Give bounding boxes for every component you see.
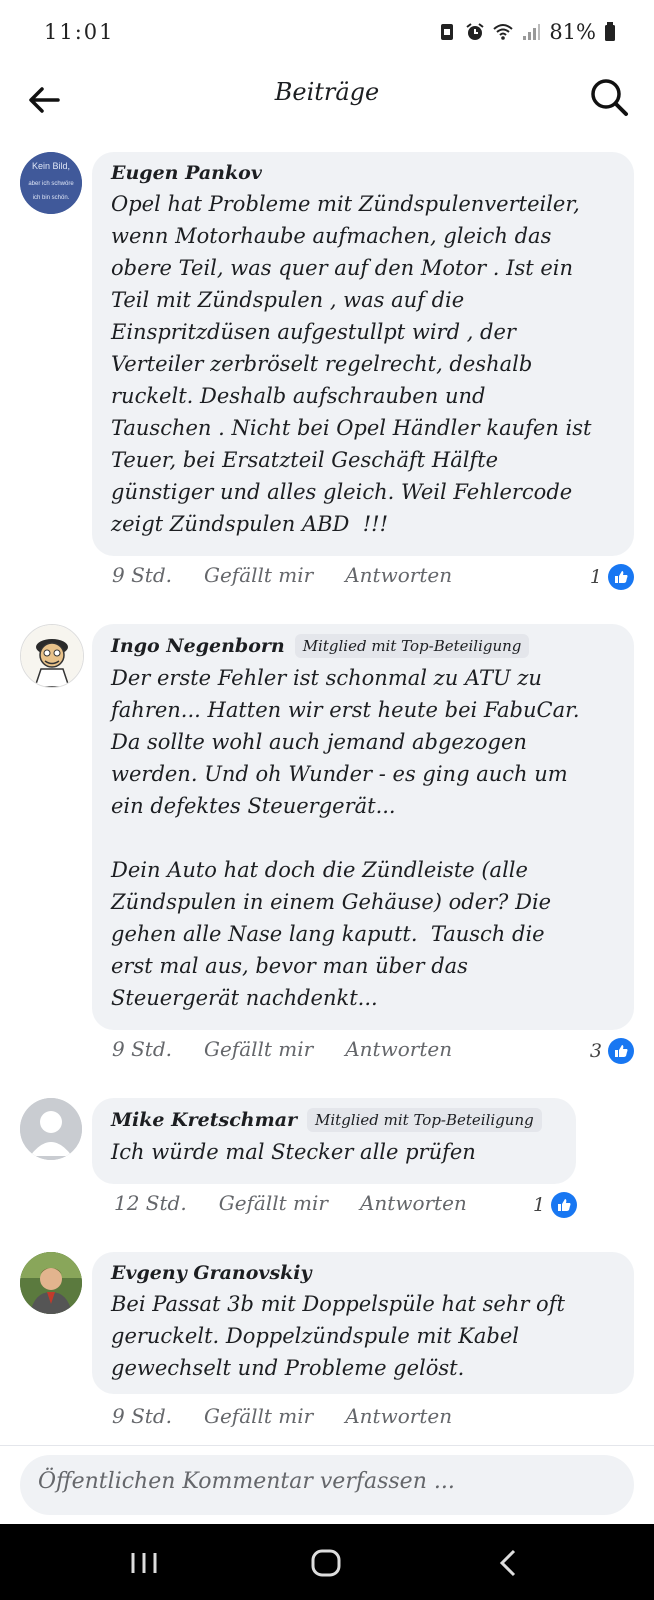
- comment-text: Opel hat Probleme mit Zündspulenverteile…: [111, 192, 592, 536]
- reaction-number: 3: [589, 1040, 602, 1062]
- reaction-count[interactable]: 1: [533, 1192, 578, 1218]
- battery-icon: [605, 22, 615, 41]
- svg-text:aber ich schwöre: aber ich schwöre: [28, 181, 74, 187]
- top-contributor-badge: Mitglied mit Top-Beteiligung: [294, 634, 530, 658]
- profile-photo-image: [20, 1252, 82, 1314]
- comment-bubble: Eugen Pankov Opel hat Probleme mit Zünds…: [92, 152, 634, 556]
- comment-composer-bar: Öffentlichen Kommentar verfassen ...: [0, 1445, 654, 1526]
- like-button[interactable]: Gefällt mir: [204, 1404, 313, 1428]
- status-icons: 81%: [437, 20, 616, 44]
- svg-text:Kein Bild,: Kein Bild,: [32, 161, 70, 171]
- comment-time: 9 Std.: [112, 563, 172, 587]
- comment-author[interactable]: Ingo Negenborn: [111, 635, 285, 657]
- wifi-icon: [493, 24, 513, 40]
- comment-input[interactable]: Öffentlichen Kommentar verfassen ...: [20, 1455, 634, 1515]
- comment-text: Bei Passat 3b mit Doppelspüle hat sehr o…: [111, 1292, 565, 1380]
- reply-button[interactable]: Antworten: [345, 1404, 452, 1428]
- reply-button[interactable]: Antworten: [345, 1037, 452, 1061]
- battery-saver-icon: [441, 24, 454, 40]
- avatar[interactable]: [20, 1098, 82, 1160]
- status-time: 11:01: [44, 20, 115, 44]
- page-title: Beiträge: [274, 78, 380, 106]
- comment-actions: 9 Std. Gefällt mir Antworten: [112, 1037, 484, 1061]
- reaction-number: 1: [533, 1194, 546, 1216]
- avatar[interactable]: Kein Bild, aber ich schwöre ich bin schö…: [20, 152, 82, 214]
- reaction-count[interactable]: 1: [590, 564, 634, 590]
- top-contributor-badge: Mitglied mit Top-Beteiligung: [307, 1108, 542, 1132]
- comment-actions: 9 Std. Gefällt mir Antworten: [112, 563, 484, 587]
- comment-actions: 12 Std. Gefällt mir Antworten: [114, 1191, 499, 1215]
- like-button[interactable]: Gefällt mir: [204, 1037, 313, 1061]
- comment-actions: 9 Std. Gefällt mir Antworten: [112, 1404, 484, 1428]
- svg-text:ich bin schön.: ich bin schön.: [33, 195, 70, 201]
- like-button[interactable]: Gefällt mir: [219, 1191, 328, 1215]
- search-icon[interactable]: [588, 76, 630, 118]
- battery-percent: 81%: [549, 20, 596, 44]
- back-nav-icon[interactable]: [490, 1546, 530, 1580]
- system-navigation-bar: [0, 1524, 654, 1600]
- comment-author[interactable]: Eugen Pankov: [111, 162, 262, 184]
- status-bar: 11:01 81%: [0, 0, 654, 70]
- comment-bubble: Ingo Negenborn Mitglied mit Top-Beteilig…: [92, 624, 634, 1030]
- comment-author[interactable]: Mike Kretschmar: [111, 1109, 297, 1131]
- comment-time: 9 Std.: [112, 1037, 172, 1061]
- reply-button[interactable]: Antworten: [345, 563, 452, 587]
- avatar-placeholder-image: Kein Bild, aber ich schwöre ich bin schö…: [20, 152, 82, 214]
- reaction-count[interactable]: 3: [590, 1038, 634, 1064]
- avatar[interactable]: [20, 624, 84, 688]
- signal-icon: [523, 24, 541, 40]
- comment-text: Der erste Fehler ist schonmal zu ATU zu …: [111, 666, 580, 1010]
- thumbs-up-icon: [608, 564, 634, 590]
- comment-bubble: Mike Kretschmar Mitglied mit Top-Beteili…: [92, 1098, 576, 1184]
- reply-button[interactable]: Antworten: [360, 1191, 467, 1215]
- app-header: Beiträge: [0, 70, 654, 140]
- reaction-number: 1: [589, 566, 602, 588]
- cartoon-avatar-image: [21, 625, 83, 687]
- recent-apps-icon[interactable]: [124, 1546, 164, 1580]
- thumbs-up-icon: [551, 1192, 578, 1218]
- avatar[interactable]: [20, 1252, 82, 1314]
- comment-time: 12 Std.: [114, 1191, 187, 1215]
- alarm-icon: [466, 23, 484, 40]
- comment-time: 9 Std.: [112, 1404, 172, 1428]
- default-profile-icon: [20, 1098, 82, 1160]
- thumbs-up-icon: [608, 1038, 634, 1064]
- comment-author[interactable]: Evgeny Granovskiy: [111, 1262, 312, 1284]
- home-icon[interactable]: [306, 1546, 346, 1580]
- comment-bubble: Evgeny Granovskiy Bei Passat 3b mit Dopp…: [92, 1252, 634, 1394]
- like-button[interactable]: Gefällt mir: [204, 563, 313, 587]
- comment-text: Ich würde mal Stecker alle prüfen: [111, 1140, 476, 1164]
